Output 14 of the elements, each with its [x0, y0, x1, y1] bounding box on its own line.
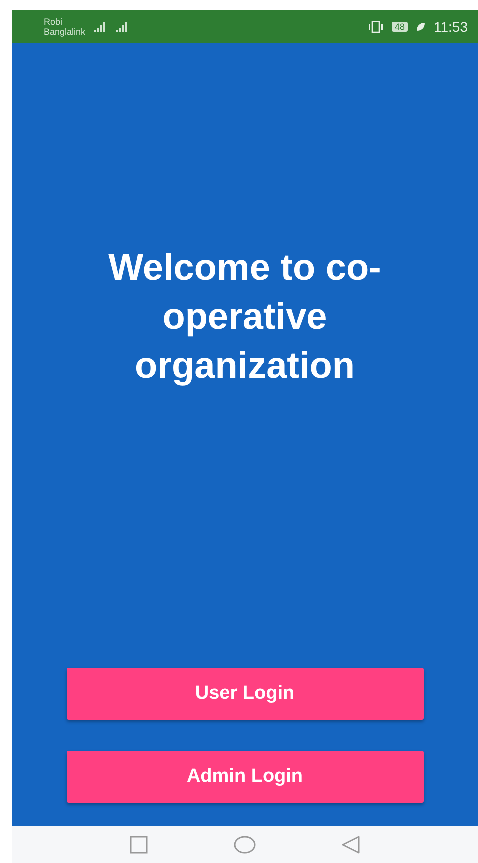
square-icon[interactable]	[130, 836, 148, 854]
signal-icon	[116, 22, 130, 32]
vibrate-icon	[368, 20, 384, 32]
battery-level: 48	[392, 22, 408, 32]
clock-time: 11:53	[434, 18, 468, 34]
leaf-icon	[416, 22, 426, 32]
circle-icon[interactable]	[234, 836, 256, 854]
carrier-name: Robi	[44, 16, 64, 26]
welcome-title: Welcome to co-operative organization	[108, 246, 382, 388]
carrier-name: Banglalink	[44, 26, 86, 36]
login-button[interactable]: User Login	[66, 668, 424, 720]
signal-icon	[94, 22, 108, 32]
back-icon[interactable]	[342, 836, 360, 854]
login-button[interactable]: Admin Login	[66, 751, 424, 803]
